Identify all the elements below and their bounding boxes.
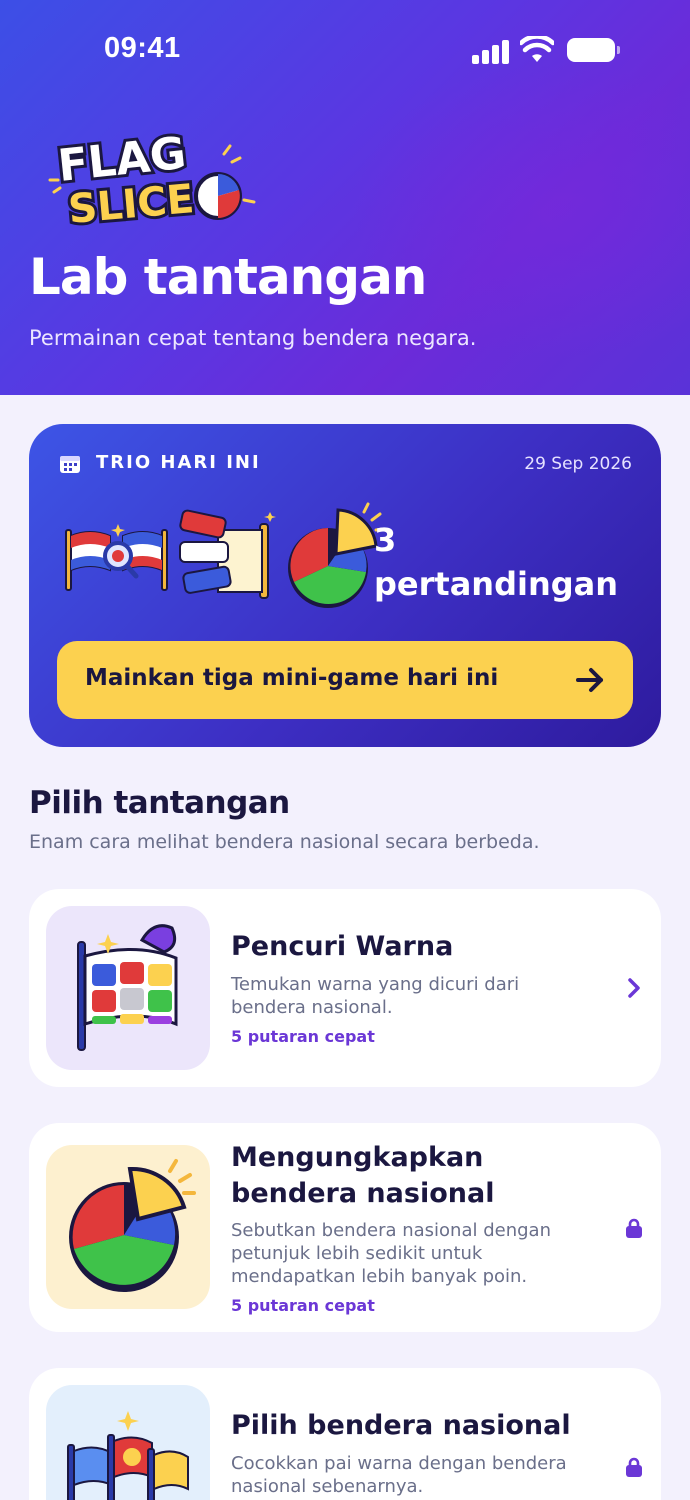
calendar-icon	[60, 456, 80, 473]
play-daily-label: Mainkan tiga mini-game hari ini	[85, 665, 499, 691]
challenge-title: Pencuri Warna	[231, 931, 454, 962]
flags-magnifier-illustration	[65, 524, 168, 591]
flag-slice-logo: FLAG SLICE	[48, 125, 256, 226]
arrow-right-icon	[576, 668, 603, 692]
section-subtitle: Enam cara melihat bendera nasional secar…	[29, 831, 540, 853]
daily-label: TRIO HARI INI	[96, 452, 261, 473]
challenge-thumbnail	[46, 1145, 210, 1309]
challenge-meta: 5 putaran cepat	[231, 1296, 375, 1315]
challenge-title: Pilih bendera nasional	[231, 1410, 571, 1441]
challenge-thumbnail	[46, 1385, 210, 1500]
challenge-title: Mengungkapkan bendera nasional	[231, 1142, 495, 1209]
daily-count: 3 pertandingan	[374, 521, 618, 603]
page-subtitle: Permainan cepat tentang bendera negara.	[29, 326, 477, 350]
page-title: Lab tantangan	[29, 248, 427, 306]
section-title: Pilih tantangan	[29, 785, 290, 821]
wifi-icon	[520, 36, 554, 62]
play-daily-button[interactable]: Mainkan tiga mini-game hari ini	[57, 641, 633, 719]
challenge-card-color-thief[interactable]: Pencuri Warna Temukan warna yang dicuri …	[29, 889, 661, 1087]
flags-bundle-icon	[67, 1411, 189, 1500]
status-time: 09:41	[104, 32, 181, 64]
color-blocks-illustration	[179, 509, 276, 599]
lock-icon	[626, 1218, 642, 1238]
challenge-description: Temukan warna yang dicuri dari bendera n…	[231, 974, 520, 1018]
battery-icon	[567, 38, 620, 62]
daily-date: 29 Sep 2026	[524, 454, 632, 474]
challenge-card-reveal-flag[interactable]: Mengungkapkan bendera nasional Sebutkan …	[29, 1123, 661, 1332]
challenge-card-pick-flag[interactable]: Pilih bendera nasional Cocokkan pai warn…	[29, 1368, 661, 1500]
color-grid-flag-icon	[77, 924, 178, 1051]
chevron-right-icon	[628, 978, 640, 998]
lock-icon	[626, 1457, 642, 1477]
status-bar: 09:41	[0, 0, 690, 100]
challenge-meta: 5 putaran cepat	[231, 1027, 375, 1046]
reveal-pie-icon	[69, 1159, 196, 1292]
challenge-description: Cocokkan pai warna dengan bendera nasion…	[231, 1453, 567, 1497]
challenge-description: Sebutkan bendera nasional dengan petunju…	[231, 1220, 551, 1287]
cellular-signal-icon	[472, 40, 510, 64]
challenge-thumbnail	[46, 906, 210, 1070]
pie-chart-illustration	[288, 502, 384, 608]
